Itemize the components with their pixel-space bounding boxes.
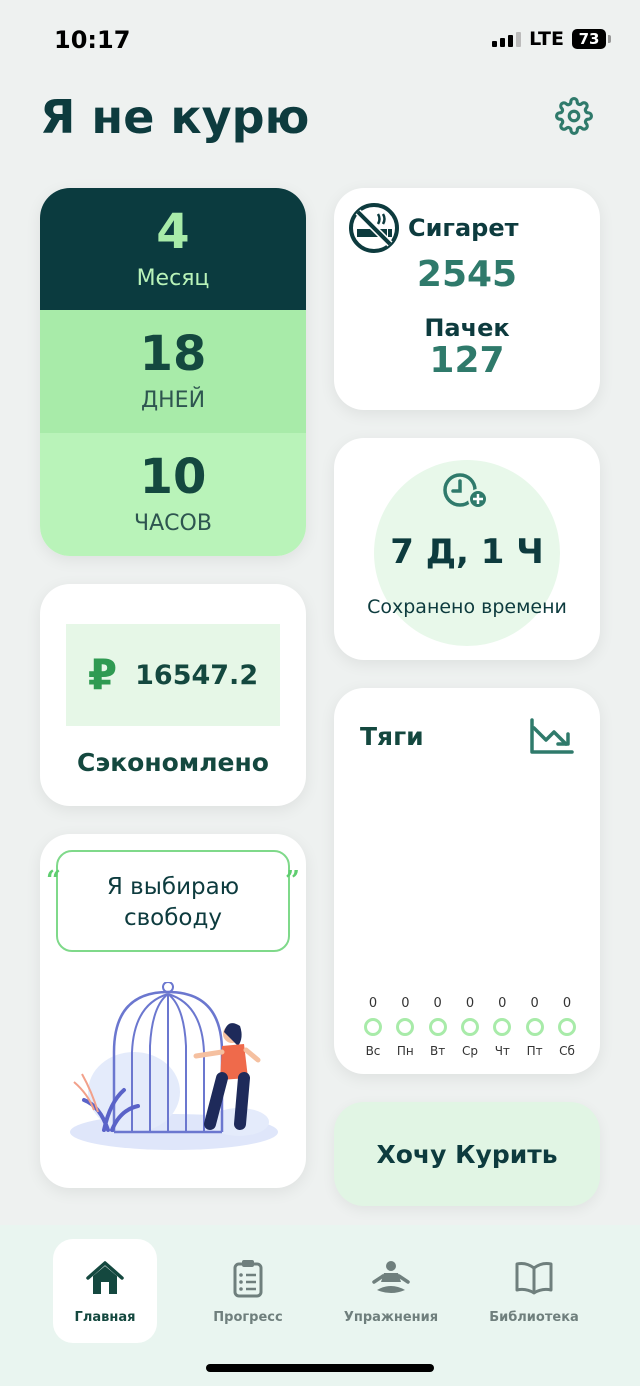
crav-day-mon: 0 Пн [392,996,418,1058]
crav-dot [460,1018,479,1036]
want-to-smoke-button[interactable]: Хочу Курить [334,1102,600,1206]
clock-plus-icon [443,473,488,509]
bottom-nav: Главная Прогресс Упражнения Библиотека [0,1225,640,1386]
cigarettes-value: 2545 [416,254,518,295]
crav-count: 0 [562,996,572,1011]
ruble-icon: ₽ [87,650,118,699]
page-title: Я не курю [40,90,310,144]
crav-day-label: Сб [559,1044,575,1058]
status-indicators: LTE 73 [492,28,611,50]
crav-day-sun: 0 Вс [360,996,386,1058]
money-box: ₽ 16547.2 [66,624,280,726]
saved-time-label: Сохранено времени [367,596,567,618]
crav-day-label: Вс [365,1044,381,1058]
no-smoking-icon [349,203,399,253]
meditation-icon [372,1260,410,1293]
clipboard-icon [233,1259,263,1297]
signal-icon [492,31,522,47]
status-time: 10:17 [54,26,131,54]
cravings-title: Тяги [360,722,424,751]
saved-time-card[interactable]: 7 Д, 1 Ч Сохранено времени [334,438,600,660]
packs-label: Пачек [424,314,510,342]
nav-home[interactable]: Главная [53,1239,157,1343]
packs-value: 127 [429,340,505,381]
crav-day-sat: 0 Сб [554,996,580,1058]
crav-count: 0 [368,996,378,1011]
days-section: 18 ДНЕЙ [40,310,306,433]
home-indicator[interactable] [206,1364,434,1372]
woman-leaving-cage-illustration [70,982,278,1150]
saved-time-value: 7 Д, 1 Ч [390,532,544,572]
battery-icon: 73 [572,29,611,49]
network-label: LTE [529,28,564,50]
crav-dot [493,1018,512,1036]
cigarettes-label: Сигарет [408,214,519,242]
crav-day-label: Пт [526,1044,543,1058]
gear-icon [555,97,593,135]
crav-count: 0 [465,996,475,1011]
crav-count: 0 [433,996,442,1011]
hours-label: ЧАСОВ [134,511,212,536]
quote-text: Я выбираю свободу [106,874,240,931]
crav-count: 0 [498,996,507,1011]
trend-down-icon [530,718,574,754]
money-label: Сэкономлено [77,748,269,777]
crav-dot [428,1018,447,1036]
months-section: 4 Месяц [40,188,306,310]
nav-label: Главная [74,1309,136,1325]
days-label: ДНЕЙ [140,388,206,413]
money-value: 16547.2 [135,659,259,691]
hours-value: 10 [139,449,207,505]
nav-label: Упражнения [343,1309,439,1325]
quote-card[interactable]: “ ” Я выбираю свободу [40,834,306,1188]
crav-day-tue: 0 Вт [425,996,451,1058]
close-quote-icon: ” [285,866,300,896]
crav-count: 0 [530,996,539,1011]
crav-day-wed: 0 Ср [457,996,483,1058]
cigarettes-card[interactable]: Сигарет 2545 Пачек 127 [334,188,600,410]
status-bar: 10:17 LTE 73 [0,0,640,80]
nav-label: Библиотека [489,1309,579,1325]
crav-dot [396,1018,415,1036]
months-value: 4 [156,203,190,260]
nav-library[interactable]: Библиотека [482,1239,586,1343]
hours-section: 10 ЧАСОВ [40,433,306,556]
crav-dot [557,1018,576,1036]
cravings-card[interactable]: Тяги 0 Вс 0 Пн 0 Вт 0 Ср 0 Чт 0 Пт 0 Сб [334,688,600,1074]
nav-progress[interactable]: Прогресс [196,1239,300,1343]
crav-dot [364,1018,382,1036]
time-since-quit-card[interactable]: 4 Месяц 18 ДНЕЙ 10 ЧАСОВ [40,188,306,556]
crav-day-label: Ср [461,1044,478,1058]
book-icon [515,1261,553,1294]
nav-label: Прогресс [213,1309,283,1325]
crav-count: 0 [401,996,410,1011]
crav-day-label: Чт [494,1044,510,1058]
crav-day-label: Пн [396,1044,414,1058]
cravings-week: 0 Вс 0 Пн 0 Вт 0 Ср 0 Чт 0 Пт 0 Сб [360,996,580,1058]
settings-button[interactable] [554,96,594,136]
money-saved-card[interactable]: ₽ 16547.2 Сэкономлено [40,584,306,806]
open-quote-icon: “ [46,866,61,896]
months-label: Месяц [136,265,210,291]
home-icon [86,1260,124,1294]
days-value: 18 [139,326,207,382]
crav-day-fri: 0 Пт [522,996,548,1058]
nav-exercises[interactable]: Упражнения [339,1239,443,1343]
crav-day-thu: 0 Чт [489,996,515,1058]
crav-day-label: Вт [430,1044,446,1058]
crav-dot [525,1018,544,1036]
